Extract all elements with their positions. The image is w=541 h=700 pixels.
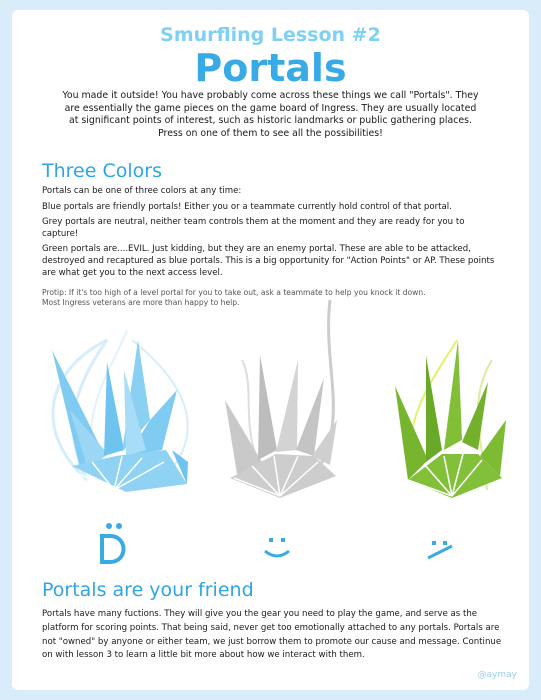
happy-face-icon <box>100 523 126 564</box>
friend-heading: Portals are your friend <box>42 579 254 601</box>
portal-faces <box>100 523 453 564</box>
author-credit: @aymay <box>477 670 517 680</box>
lesson-page: Smurfling Lesson #2 Portals You made it … <box>12 10 529 690</box>
smile-face-icon <box>264 538 290 558</box>
friend-paragraph: Portals have many fuctions. They will gi… <box>42 609 502 661</box>
unsure-face-icon <box>427 541 453 560</box>
